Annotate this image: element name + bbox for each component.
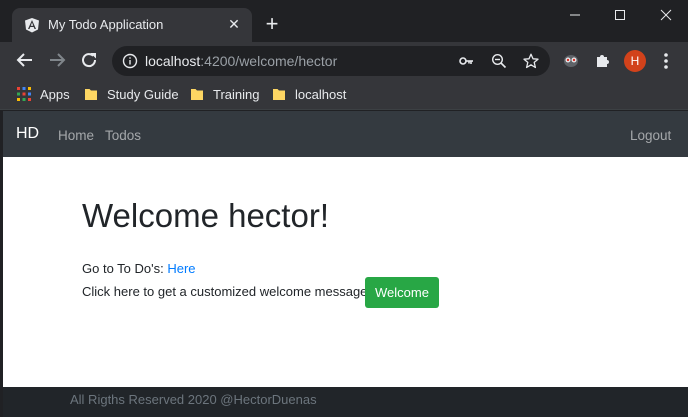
forward-arrow-icon[interactable] <box>46 49 68 71</box>
bookmark-label: Training <box>213 86 260 102</box>
maximize-icon[interactable] <box>608 6 632 24</box>
welcome-button[interactable]: Welcome <box>365 277 439 308</box>
main-content: Welcome hector! Go to To Do's: Here Clic… <box>3 157 688 387</box>
bookmark-label: Study Guide <box>107 86 179 102</box>
zoom-out-icon[interactable] <box>491 53 507 69</box>
tab-strip: My Todo Application ✕ + <box>0 0 688 42</box>
reload-icon[interactable] <box>78 49 100 71</box>
tab-title: My Todo Application <box>48 17 164 32</box>
address-bar[interactable]: localhost:4200/welcome/hector <box>112 46 550 76</box>
folder-icon <box>85 89 97 100</box>
todos-here-link[interactable]: Here <box>167 261 195 276</box>
app-navbar: HD Home Todos Logout <box>3 111 688 157</box>
bookmark-localhost[interactable]: localhost <box>272 85 346 103</box>
web-page: HD Home Todos Logout Welcome hector! Go … <box>3 111 688 417</box>
minimize-icon[interactable] <box>563 6 587 24</box>
nav-link-home[interactable]: Home <box>58 128 94 143</box>
more-menu-icon[interactable] <box>658 51 674 71</box>
welcome-message-text: Click here to get a customized welcome m… <box>82 284 372 299</box>
url-path: :4200/welcome/hector <box>200 53 338 69</box>
site-info-icon[interactable] <box>122 53 138 69</box>
page-title: Welcome hector! <box>82 197 329 234</box>
bookmark-star-icon[interactable] <box>523 53 539 69</box>
footer-copyright: All Rigths Reserved 2020 @HectorDuenas <box>70 392 317 407</box>
browser-tab[interactable]: My Todo Application ✕ <box>12 8 252 42</box>
apps-grid-icon <box>17 87 31 101</box>
extension-owl-icon[interactable] <box>562 51 580 69</box>
todo-prefix: Go to To Do's: <box>82 261 164 276</box>
bookmark-apps[interactable]: Apps <box>17 85 70 103</box>
browser-toolbar: localhost:4200/welcome/hector H <box>0 42 688 79</box>
profile-avatar[interactable]: H <box>624 50 646 72</box>
angular-logo-icon <box>25 18 39 33</box>
key-icon[interactable] <box>458 53 474 69</box>
url-host: localhost <box>145 53 201 69</box>
navbar-brand[interactable]: HD <box>16 125 39 143</box>
folder-icon <box>191 89 203 100</box>
bookmark-label: localhost <box>295 86 347 102</box>
logout-link[interactable]: Logout <box>630 128 671 143</box>
new-tab-button[interactable]: + <box>262 13 282 35</box>
page-footer: All Rigths Reserved 2020 @HectorDuenas <box>3 387 688 417</box>
url-text: localhost:4200/welcome/hector <box>145 53 337 69</box>
back-arrow-icon[interactable] <box>14 49 36 71</box>
bookmark-study-guide[interactable]: Study Guide <box>84 85 179 103</box>
nav-link-todos[interactable]: Todos <box>105 128 141 143</box>
todo-line: Go to To Do's: Here <box>82 261 196 276</box>
extensions-puzzle-icon[interactable] <box>594 51 612 69</box>
close-tab-icon[interactable]: ✕ <box>226 16 242 32</box>
bookmark-training[interactable]: Training <box>190 85 259 103</box>
bookmark-label: Apps <box>40 86 70 102</box>
bookmarks-bar: Apps Study Guide Training localhost <box>0 79 688 110</box>
close-window-icon[interactable] <box>654 6 678 24</box>
browser-window: My Todo Application ✕ + localhost:4200/w… <box>0 0 688 417</box>
folder-icon <box>273 89 285 100</box>
